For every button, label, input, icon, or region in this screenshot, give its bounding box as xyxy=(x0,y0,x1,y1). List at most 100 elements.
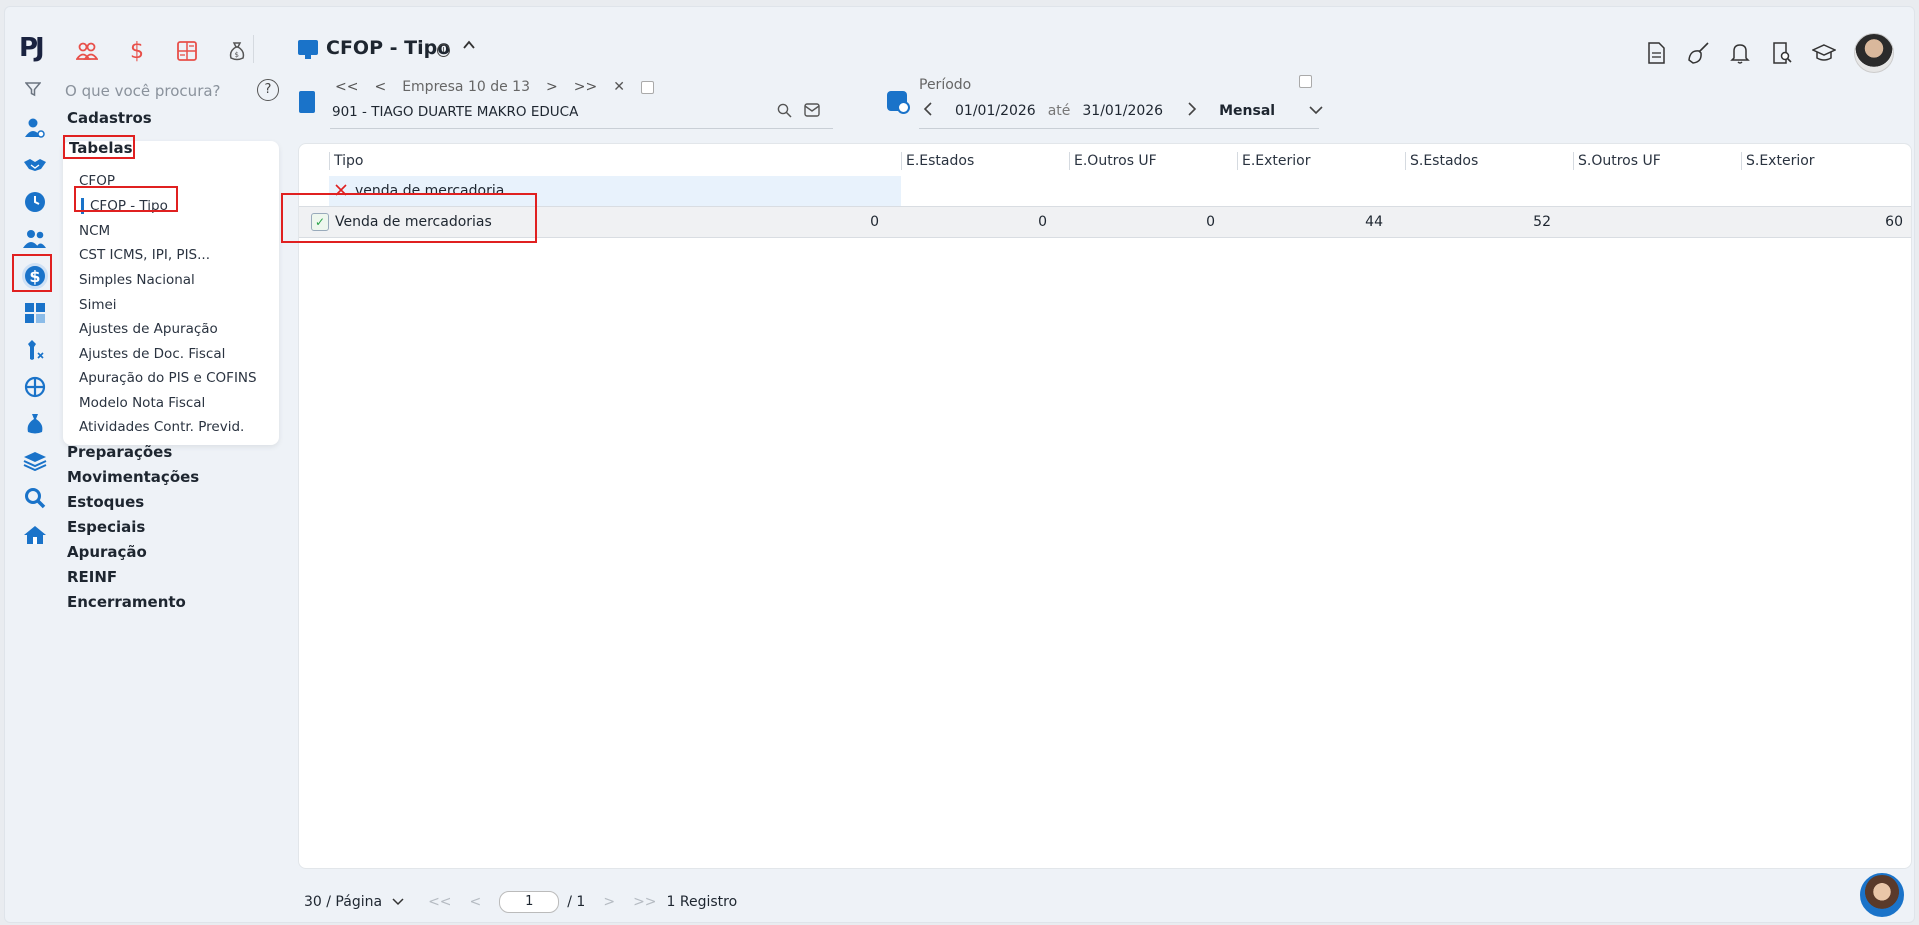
cell-s-estados: 44 xyxy=(1365,214,1383,230)
column-header-s-exterior[interactable]: S.Exterior xyxy=(1741,152,1815,170)
menu-search-input[interactable]: O que você procura? xyxy=(65,82,221,100)
periodo-underline xyxy=(919,128,1319,129)
empresa-counter: Empresa 10 de 13 xyxy=(402,79,530,95)
table-row[interactable] xyxy=(299,206,1911,238)
periodo-checkbox[interactable] xyxy=(1299,75,1312,88)
cell-s-exterior: 60 xyxy=(1885,214,1903,230)
header-actions xyxy=(1644,33,1894,73)
pen-tool-icon[interactable] xyxy=(19,334,51,366)
submenu-item-modelo-nota-fiscal[interactable]: Modelo Nota Fiscal xyxy=(79,395,205,411)
menu-section-cadastros[interactable]: Cadastros xyxy=(67,109,152,127)
submenu-item-simples-nacional[interactable]: Simples Nacional xyxy=(79,272,195,288)
report-search-icon[interactable] xyxy=(1770,41,1794,65)
periodo-separator: até xyxy=(1047,103,1071,119)
help-icon[interactable]: ? xyxy=(257,79,279,101)
document-icon[interactable] xyxy=(1644,41,1668,65)
menu-section-apuracao[interactable]: Apuração xyxy=(67,543,147,561)
page-total: / 1 xyxy=(567,894,586,910)
periodo-end-input[interactable]: 31/01/2026 xyxy=(1082,103,1163,119)
menu-section-movimentacoes[interactable]: Movimentações xyxy=(67,468,199,486)
highlight-cfop-tipo xyxy=(74,186,178,212)
calculator-icon[interactable] xyxy=(173,37,201,65)
network-icon[interactable] xyxy=(19,371,51,403)
page-number-input[interactable]: 1 xyxy=(499,891,560,913)
search-empresa-icon[interactable] xyxy=(777,103,792,122)
broom-icon[interactable] xyxy=(1686,41,1710,65)
menu-section-preparacoes[interactable]: Preparações xyxy=(67,443,172,461)
highlight-fiscal-icon xyxy=(12,254,52,292)
column-header-e-outros-uf[interactable]: E.Outros UF xyxy=(1069,152,1157,170)
menu-section-reinf[interactable]: REINF xyxy=(67,568,117,586)
first-page-button[interactable]: << xyxy=(428,894,451,910)
empresa-navigator: << < Empresa 10 de 13 > >> ✕ xyxy=(335,79,654,95)
submenu-item-atividades-contr-previd[interactable]: Atividades Contr. Previd. xyxy=(79,419,244,435)
svg-text:$: $ xyxy=(235,51,239,59)
highlight-row xyxy=(281,193,537,243)
cell-e-outros-uf: 0 xyxy=(1038,214,1047,230)
search-icon[interactable] xyxy=(19,482,51,514)
empresa-first-button[interactable]: << xyxy=(335,79,358,95)
periodo-range: 01/01/2026 até 31/01/2026 Mensal xyxy=(923,102,1323,120)
module-bar: $ $ xyxy=(73,37,251,65)
periodo-prev-icon[interactable] xyxy=(923,102,933,120)
prev-page-button[interactable]: < xyxy=(470,894,482,910)
graduation-cap-icon[interactable] xyxy=(1812,41,1836,65)
user-avatar[interactable] xyxy=(1854,33,1894,73)
layers-icon[interactable] xyxy=(19,445,51,477)
column-header-s-estados[interactable]: S.Estados xyxy=(1405,152,1478,170)
periodo-start-input[interactable]: 01/01/2026 xyxy=(955,103,1036,119)
empresa-clear-button[interactable]: ✕ xyxy=(613,79,625,95)
empresa-last-button[interactable]: >> xyxy=(574,79,597,95)
page-title: CFOP - Tipo xyxy=(326,37,451,59)
submenu-item-apuracao-pis-cofins[interactable]: Apuração do PIS e COFINS xyxy=(79,370,257,386)
mail-icon[interactable] xyxy=(804,103,820,122)
empresa-tools xyxy=(777,103,820,122)
last-page-button[interactable]: >> xyxy=(633,894,656,910)
bell-icon[interactable] xyxy=(1728,41,1752,65)
page-size-chevron-icon[interactable] xyxy=(392,894,404,910)
column-header-e-exterior[interactable]: E.Exterior xyxy=(1237,152,1311,170)
menu-section-encerramento[interactable]: Encerramento xyxy=(67,593,186,611)
handshake-icon[interactable] xyxy=(19,149,51,181)
dollar-icon[interactable]: $ xyxy=(123,37,151,65)
home-icon[interactable] xyxy=(19,519,51,551)
record-count: 1 Registro xyxy=(666,894,738,910)
highlight-tabelas xyxy=(63,135,135,159)
submenu-item-simei[interactable]: Simei xyxy=(79,297,117,313)
menu-section-especiais[interactable]: Especiais xyxy=(67,518,145,536)
calculator-grid-icon[interactable] xyxy=(19,297,51,329)
clock-icon[interactable] xyxy=(19,186,51,218)
column-header-e-estados[interactable]: E.Estados xyxy=(901,152,974,170)
chevron-down-icon[interactable] xyxy=(1309,103,1323,119)
user-settings-icon[interactable] xyxy=(19,112,51,144)
empresa-next-button[interactable]: > xyxy=(546,79,558,95)
submenu-item-cst[interactable]: CST ICMS, IPI, PIS... xyxy=(79,247,210,263)
assistant-avatar[interactable] xyxy=(1860,873,1904,917)
filter-icon[interactable] xyxy=(24,81,42,101)
column-header-tipo[interactable]: Tipo xyxy=(329,152,363,170)
submenu-item-ncm[interactable]: NCM xyxy=(79,223,110,239)
empresa-name-field[interactable]: 901 - TIAGO DUARTE MAKRO EDUCA xyxy=(332,104,578,120)
money-bag-blue-icon[interactable] xyxy=(19,408,51,440)
column-header-s-outros-uf[interactable]: S.Outros UF xyxy=(1573,152,1661,170)
page-size-select[interactable]: 30 / Página xyxy=(304,894,382,910)
money-bag-icon[interactable]: $ xyxy=(223,37,251,65)
empresa-prev-button[interactable]: < xyxy=(374,79,386,95)
chevron-up-icon[interactable] xyxy=(461,37,477,57)
next-page-button[interactable]: > xyxy=(603,894,615,910)
periodo-mode-select[interactable]: Mensal xyxy=(1219,103,1275,119)
menu-section-estoques[interactable]: Estoques xyxy=(67,493,144,511)
submenu-item-ajustes-apuracao[interactable]: Ajustes de Apuração xyxy=(79,321,218,337)
module-separator xyxy=(253,35,254,63)
users-icon[interactable] xyxy=(19,223,51,255)
people-icon[interactable] xyxy=(73,37,101,65)
empresa-checkbox[interactable] xyxy=(640,80,654,94)
submenu-item-ajustes-doc-fiscal[interactable]: Ajustes de Doc. Fiscal xyxy=(79,346,225,362)
calendar-icon xyxy=(887,91,910,114)
periodo-label: Período xyxy=(919,77,972,93)
cell-e-exterior: 0 xyxy=(1206,214,1215,230)
periodo-next-icon[interactable] xyxy=(1187,102,1197,120)
app-logo[interactable]: PJ xyxy=(19,33,45,63)
info-icon[interactable]: i xyxy=(437,44,450,57)
empresa-underline xyxy=(330,128,833,129)
